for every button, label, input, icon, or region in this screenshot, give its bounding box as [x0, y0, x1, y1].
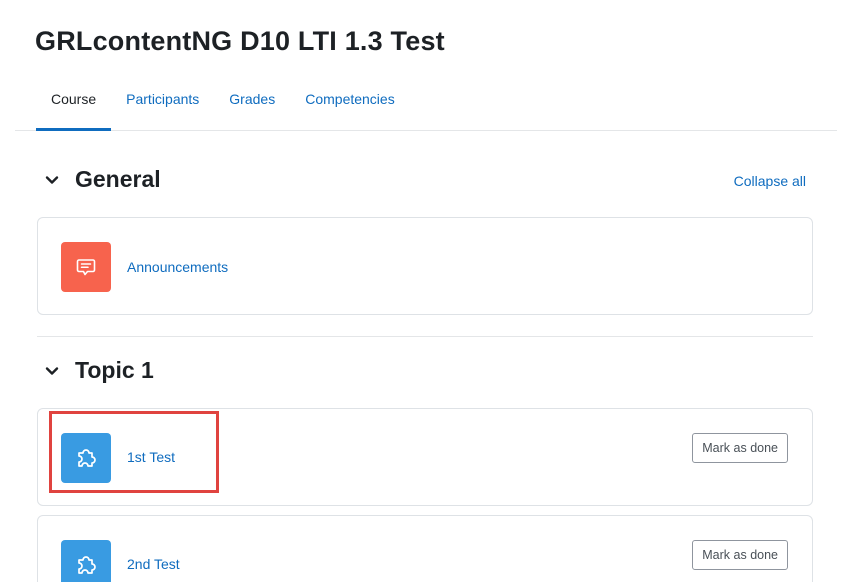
activity-link-2nd-test[interactable]: 2nd Test [127, 556, 180, 572]
tab-competencies[interactable]: Competencies [290, 82, 410, 130]
tab-course[interactable]: Course [36, 82, 112, 131]
chevron-down-icon [45, 366, 59, 375]
puzzle-icon[interactable] [61, 433, 111, 483]
section-header-general[interactable]: General [45, 166, 161, 193]
chevron-down-icon [45, 175, 59, 184]
section-divider [37, 336, 813, 337]
tab-grades[interactable]: Grades [214, 82, 290, 130]
collapse-all-link[interactable]: Collapse all [734, 173, 806, 189]
section-header-topic-1[interactable]: Topic 1 [45, 357, 154, 384]
section-title: General [75, 166, 161, 192]
activity-card-announcements: Announcements [37, 217, 813, 315]
puzzle-icon[interactable] [61, 540, 111, 582]
course-page: GRLcontentNG D10 LTI 1.3 Test Course Par… [0, 0, 852, 582]
activity-card-2nd-test: 2nd Test Mark as done [37, 515, 813, 582]
mark-as-done-button[interactable]: Mark as done [692, 433, 788, 463]
activity-link-announcements[interactable]: Announcements [127, 259, 228, 275]
forum-icon[interactable] [61, 242, 111, 292]
course-title: GRLcontentNG D10 LTI 1.3 Test [35, 26, 445, 56]
page-header: GRLcontentNG D10 LTI 1.3 Test Course Par… [15, 0, 837, 131]
course-nav-tabs: Course Participants Grades Competencies [36, 82, 410, 131]
activity-link-1st-test[interactable]: 1st Test [127, 449, 175, 465]
section-title: Topic 1 [75, 357, 154, 383]
activity-card-1st-test: 1st Test Mark as done [37, 408, 813, 506]
tab-participants[interactable]: Participants [111, 82, 214, 130]
mark-as-done-button[interactable]: Mark as done [692, 540, 788, 570]
